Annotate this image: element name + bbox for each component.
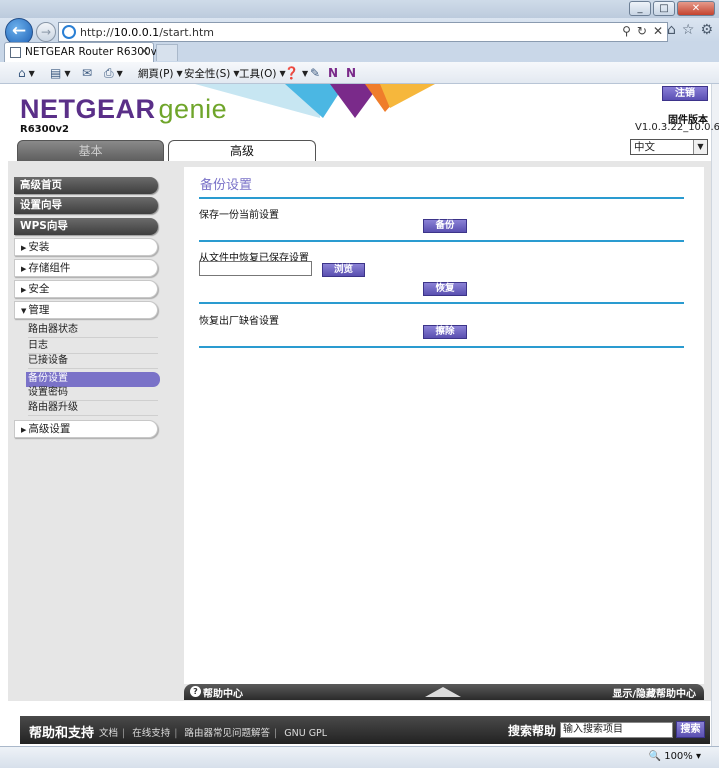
feeds-menu[interactable]: ▤ ▼ (50, 64, 71, 82)
expand-arrow-icon[interactable] (425, 687, 461, 697)
tab-advanced[interactable]: 高级 (168, 140, 316, 162)
browse-button[interactable]: 浏览 (322, 263, 365, 277)
sidebar-subitem-logs[interactable]: 日志 (28, 339, 158, 354)
triangle-right-icon: ▶ (21, 426, 27, 434)
sidebar-subitem-router-update[interactable]: 路由器升级 (28, 401, 158, 416)
new-tab-button[interactable] (156, 44, 178, 61)
help-icon: ❓ (284, 66, 299, 80)
mail-icon: ✉ (82, 66, 93, 80)
print-menu[interactable]: ⎙ ▼ (104, 64, 123, 82)
onenote-button-2[interactable]: N (346, 64, 356, 82)
home-icon: ⌂ (18, 66, 26, 80)
address-bar[interactable]: http://10.0.0.1/start.htm ⚲ ↻ ✕ (58, 22, 668, 42)
toggle-help-link[interactable]: 显示/隐藏帮助中心 (612, 685, 696, 700)
divider (199, 346, 684, 348)
footer-link-docs[interactable]: 文档 (99, 728, 118, 739)
close-window-button[interactable]: ✕ (677, 1, 715, 16)
home-icon[interactable]: ⌂ (667, 22, 676, 38)
footer-link-online-support[interactable]: 在线支持 (132, 728, 170, 739)
url-text: http://10.0.0.1/start.htm (80, 26, 215, 39)
refresh-icon[interactable]: ↻ (637, 24, 647, 38)
sidebar-item-security[interactable]: ▶ 安全 (14, 280, 158, 298)
scrollbar[interactable] (711, 84, 719, 746)
sidebar-item-advanced-setup[interactable]: ▶ 高级设置 (14, 420, 158, 438)
language-select[interactable]: 中文 ▼ (630, 139, 708, 155)
sidebar-item-usb-storage[interactable]: ▶ 存储组件 (14, 259, 158, 277)
help-menu[interactable]: ❓ ▼ (284, 64, 308, 82)
ie-page-icon (62, 25, 76, 39)
sidebar-item-administration[interactable]: ▼ 管理 (14, 301, 158, 319)
help-center-bar: ? 帮助中心 显示/隐藏帮助中心 (184, 684, 704, 700)
minimize-button[interactable]: _ (629, 1, 651, 16)
chevron-down-icon: ▼ (693, 140, 707, 154)
tools-menu[interactable]: 工具(O) ▼ (239, 64, 286, 82)
router-model: R6300v2 (20, 124, 70, 135)
main-panel (184, 167, 704, 684)
home-menu[interactable]: ⌂ ▼ (18, 64, 35, 82)
tab-close-icon[interactable]: ✕ (140, 45, 149, 58)
address-tools: ⚲ ↻ ✕ (622, 24, 663, 38)
favorites-star-icon[interactable]: ☆ (682, 22, 695, 38)
search-icon[interactable]: ⚲ (622, 24, 631, 38)
divider (199, 197, 684, 199)
search-help-label: 搜索帮助 (508, 724, 557, 738)
footer-link-gpl[interactable]: GNU GPL (284, 728, 327, 739)
backup-button[interactable]: 备份 (423, 219, 467, 233)
addon-icon-1[interactable]: ✎ (310, 64, 320, 82)
window-controls: _ □ ✕ (629, 1, 715, 16)
help-icon: ? (190, 686, 201, 697)
maximize-button[interactable]: □ (653, 1, 675, 16)
status-bar: 🔍 100% ▾ (0, 746, 719, 768)
page-favicon-icon (10, 47, 21, 58)
help-center-link[interactable]: 帮助中心 (203, 685, 243, 700)
window-titlebar: _ □ ✕ (0, 0, 719, 18)
sidebar-subitem-set-password[interactable]: 设置密码 (28, 386, 158, 401)
print-icon: ⎙ (104, 65, 114, 80)
sidebar-item-setup[interactable]: ▶ 安装 (14, 238, 158, 256)
triangle-right-icon: ▶ (21, 265, 27, 273)
gear-icon[interactable]: ⚙ (700, 22, 713, 38)
firmware-version: V1.0.3.22_10.0.67 (635, 122, 719, 133)
footer-links: 文档 | 在线支持 | 路由器常见问题解答 | GNU GPL (99, 728, 328, 739)
page-menu[interactable]: 網頁(P) ▼ (138, 64, 183, 82)
save-settings-label: 保存一份当前设置 (199, 210, 279, 221)
triangle-right-icon: ▶ (21, 286, 27, 294)
sidebar-item-home[interactable]: 高级首页 (14, 177, 158, 194)
header-decoration (195, 84, 435, 118)
onenote-button-1[interactable]: N (328, 64, 338, 82)
browser-right-icons: ⌂ ☆ ⚙ (667, 22, 713, 38)
footer-link-faq[interactable]: 路由器常见问题解答 (185, 728, 271, 739)
restore-file-input[interactable] (199, 261, 312, 276)
tab-netgear[interactable]: NETGEAR Router R6300v2 ✕ (4, 42, 164, 62)
restore-button[interactable]: 恢复 (423, 282, 467, 296)
divider (199, 240, 684, 242)
triangle-right-icon: ▶ (21, 244, 27, 252)
factory-defaults-label: 恢复出厂缺省设置 (199, 316, 279, 327)
sidebar-subitem-router-status[interactable]: 路由器状态 (28, 323, 158, 338)
onenote-icon: N (328, 66, 339, 80)
logout-button[interactable]: 注销 (662, 86, 708, 101)
zoom-level[interactable]: 🔍 100% ▾ (649, 751, 701, 762)
tab-basic[interactable]: 基本 (17, 140, 164, 162)
footer-title: 帮助和支持 (29, 726, 95, 741)
safety-menu[interactable]: 安全性(S) ▼ (184, 64, 240, 82)
triangle-down-icon: ▼ (21, 307, 27, 315)
sidebar-item-setup-wizard[interactable]: 设置向导 (14, 197, 158, 214)
rss-icon: ▤ (50, 66, 62, 80)
erase-button[interactable]: 擦除 (423, 325, 467, 339)
sidebar-item-wps-wizard[interactable]: WPS向导 (14, 218, 158, 235)
mail-button[interactable]: ✉ (82, 64, 92, 82)
footer: 帮助和支持 文档 | 在线支持 | 路由器常见问题解答 | GNU GPL 搜索帮助 … (20, 716, 710, 744)
close-icon[interactable]: ✕ (653, 24, 663, 38)
search-input[interactable]: 输入搜索项目 (560, 722, 673, 738)
search-button[interactable]: 搜索 (676, 721, 705, 738)
onenote-icon: N (346, 66, 357, 80)
forward-button[interactable]: → (36, 22, 56, 42)
page-title: 备份设置 (200, 178, 253, 193)
command-bar: ⌂ ▼ ▤ ▼ ✉ ⎙ ▼ 網頁(P) ▼ 安全性(S) ▼ 工具(O) ▼ ❓ ▼ ✎ N … (0, 62, 719, 84)
puzzle-icon: ✎ (310, 66, 321, 80)
sidebar-subitem-backup-settings[interactable]: 备份设置 (26, 372, 160, 387)
divider (199, 302, 684, 304)
sidebar-subitem-attached-devices[interactable]: 已接设备 (28, 354, 158, 369)
